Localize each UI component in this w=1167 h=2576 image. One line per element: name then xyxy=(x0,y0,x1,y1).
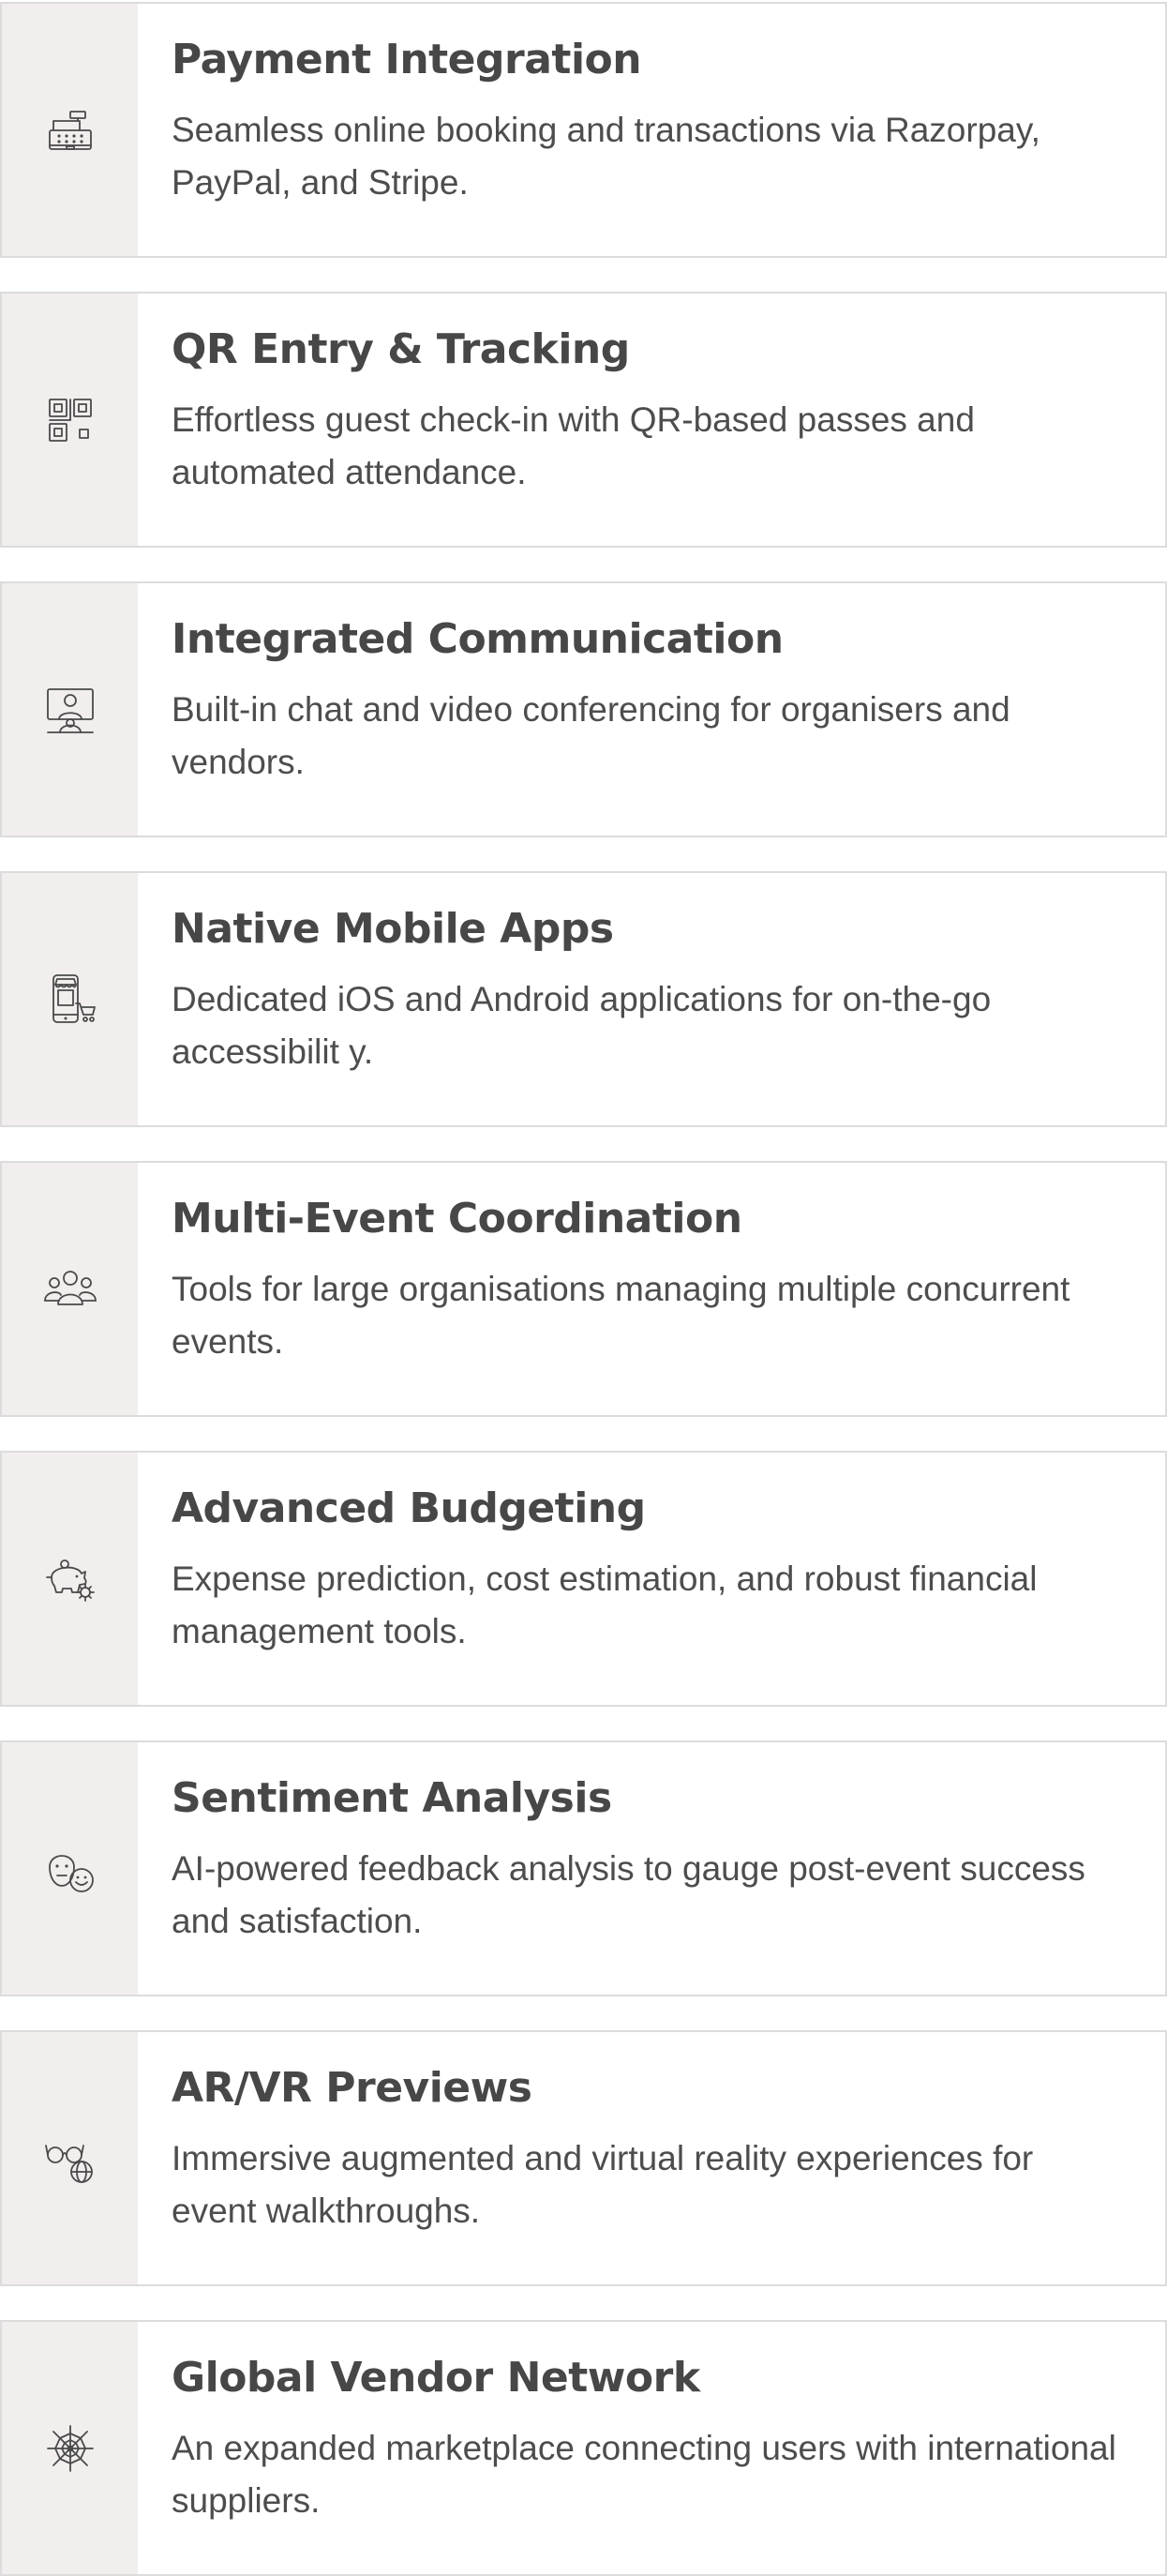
feature-card-body: Advanced Budgeting Expense prediction, c… xyxy=(138,1453,1165,1705)
feature-icon-panel xyxy=(2,294,138,546)
feature-icon-panel xyxy=(2,583,138,836)
feature-description: Seamless online booking and transactions… xyxy=(172,111,1040,202)
feature-title: Advanced Budgeting xyxy=(172,1484,646,1532)
feature-card-body: Native Mobile Apps Dedicated iOS and And… xyxy=(138,873,1165,1125)
feature-description: An expanded marketplace connecting users… xyxy=(172,2429,1116,2520)
qr-code-icon xyxy=(48,398,92,442)
video-conference-icon xyxy=(46,687,94,733)
feature-description: Immersive augmented and virtual reality … xyxy=(172,2139,1034,2230)
feature-card: AR/VR Previews Immersive augmented and v… xyxy=(0,2030,1167,2286)
glasses-globe-icon xyxy=(44,2144,93,2183)
feature-title: Integrated Communication xyxy=(172,615,784,663)
group-icon xyxy=(43,1270,97,1305)
feature-card: Advanced Budgeting Expense prediction, c… xyxy=(0,1451,1167,1707)
feature-description: AI-powered feedback analysis to gauge po… xyxy=(172,1849,1085,1940)
feature-card-body: Multi-Event Coordination Tools for large… xyxy=(138,1163,1165,1415)
feature-card-body: QR Entry & Tracking Effortless guest che… xyxy=(138,294,1165,546)
feature-card: Multi-Event Coordination Tools for large… xyxy=(0,1161,1167,1417)
feature-icon-panel xyxy=(2,1453,138,1705)
feature-title: Sentiment Analysis xyxy=(172,1774,612,1822)
feature-description: Dedicated iOS and Android applications f… xyxy=(172,980,992,1071)
feature-description: Effortless guest check-in with QR-based … xyxy=(172,400,975,491)
feature-card: Native Mobile Apps Dedicated iOS and And… xyxy=(0,871,1167,1127)
feature-icon-panel xyxy=(2,2032,138,2284)
feature-icon-panel xyxy=(2,1742,138,1995)
feature-icon-panel xyxy=(2,2322,138,2574)
feature-title: Multi-Event Coordination xyxy=(172,1195,742,1243)
feature-card: QR Entry & Tracking Effortless guest che… xyxy=(0,292,1167,548)
smiley-faces-icon xyxy=(48,1854,94,1892)
feature-title: Payment Integration xyxy=(172,36,642,83)
cash-register-icon xyxy=(48,110,92,150)
feature-description: Expense prediction, cost estimation, and… xyxy=(172,1559,1038,1650)
feature-description: Tools for large organisations managing m… xyxy=(172,1270,1070,1361)
feature-card: Integrated Communication Built-in chat a… xyxy=(0,581,1167,837)
feature-card: Sentiment Analysis AI-powered feedback a… xyxy=(0,1740,1167,1996)
feature-card: Global Vendor Network An expanded market… xyxy=(0,2320,1167,2576)
feature-card-body: Sentiment Analysis AI-powered feedback a… xyxy=(138,1742,1165,1995)
feature-card-body: Global Vendor Network An expanded market… xyxy=(138,2322,1165,2574)
feature-title: Global Vendor Network xyxy=(172,2354,700,2402)
feature-title: QR Entry & Tracking xyxy=(172,325,630,373)
feature-icon-panel xyxy=(2,873,138,1125)
feature-title: Native Mobile Apps xyxy=(172,905,614,953)
feature-card-body: Integrated Communication Built-in chat a… xyxy=(138,583,1165,836)
feature-card: Payment Integration Seamless online book… xyxy=(0,2,1167,258)
feature-description: Built-in chat and video conferencing for… xyxy=(172,690,1010,781)
piggy-bank-gear-icon xyxy=(45,1559,95,1602)
spider-web-icon xyxy=(46,2424,94,2472)
feature-card-body: Payment Integration Seamless online book… xyxy=(138,4,1165,256)
feature-title: AR/VR Previews xyxy=(172,2064,532,2112)
feature-icon-panel xyxy=(2,4,138,256)
feature-card-body: AR/VR Previews Immersive augmented and v… xyxy=(138,2032,1165,2284)
mobile-shop-icon xyxy=(52,973,96,1023)
feature-icon-panel xyxy=(2,1163,138,1415)
